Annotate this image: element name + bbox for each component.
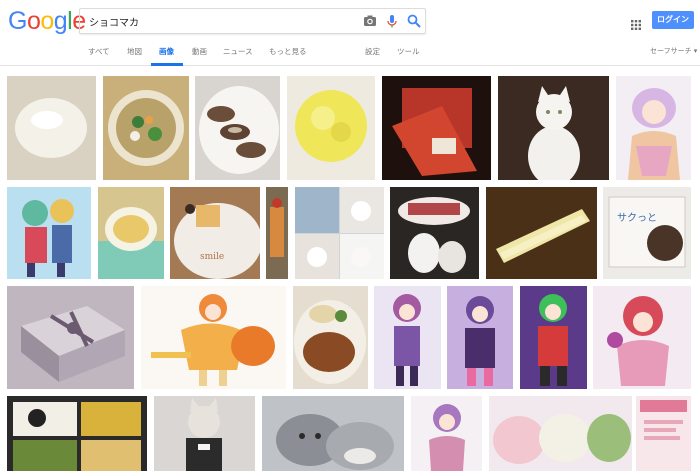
image-result[interactable] xyxy=(374,286,441,389)
image-result[interactable] xyxy=(447,286,513,389)
yellow-bun-image xyxy=(287,76,375,180)
anime-purple-girl-image xyxy=(374,286,441,389)
anime-girl-image xyxy=(616,76,691,180)
svg-text:smile: smile xyxy=(200,252,224,262)
logo-letter: o xyxy=(26,7,41,35)
image-result[interactable] xyxy=(489,396,632,471)
image-result[interactable] xyxy=(7,187,91,279)
search-tabs: すべて 地図 画像 動画 ニュース もっと見る 設定 ツール セーフサーチ ▾ xyxy=(0,40,700,66)
active-tab-indicator xyxy=(151,63,183,66)
image-result[interactable] xyxy=(98,187,164,279)
kittens-image xyxy=(262,396,404,471)
image-result[interactable] xyxy=(390,187,479,279)
anime-pink-girl-image xyxy=(411,396,482,471)
microphone-icon[interactable] xyxy=(384,13,400,29)
svg-text:サクっと: サクっと xyxy=(617,212,657,224)
image-result[interactable] xyxy=(7,76,96,180)
safesearch-dropdown[interactable]: セーフサーチ ▾ xyxy=(650,46,697,56)
anime-red-girl-image xyxy=(593,286,691,389)
google-logo[interactable]: Google xyxy=(8,6,86,36)
mochi-image xyxy=(7,76,96,180)
drink-image xyxy=(266,187,288,279)
anime-cat-girl-image xyxy=(447,286,513,389)
image-result[interactable] xyxy=(382,76,491,180)
tab-maps[interactable]: 地図 xyxy=(127,46,142,57)
curry-plate-image xyxy=(293,286,368,389)
image-result[interactable] xyxy=(411,396,482,471)
tab-images[interactable]: 画像 xyxy=(159,46,174,57)
gift-box-image xyxy=(7,286,134,389)
tab-tools[interactable]: ツール xyxy=(397,46,420,57)
tab-settings[interactable]: 設定 xyxy=(365,46,380,57)
camera-icon[interactable] xyxy=(362,13,378,29)
image-results-grid: smile サクっと xyxy=(0,67,700,471)
red-bag-image xyxy=(382,76,491,180)
dessert-plate-image: smile xyxy=(170,187,260,279)
image-result[interactable] xyxy=(195,76,280,180)
anime-boy-image xyxy=(520,286,587,389)
tab-news[interactable]: ニュース xyxy=(223,46,253,57)
stick-snack-image xyxy=(486,187,597,279)
image-result[interactable] xyxy=(287,76,375,180)
cat-dress-image xyxy=(154,396,255,471)
image-result[interactable] xyxy=(154,396,255,471)
logo-letter: o xyxy=(40,7,54,35)
browser-page: Google ログイン すべて 地図 画像 xyxy=(0,0,700,471)
image-result[interactable] xyxy=(7,396,147,471)
header: Google ログイン すべて 地図 画像 xyxy=(0,0,700,66)
image-result[interactable] xyxy=(7,286,134,389)
cookies-image xyxy=(195,76,280,180)
logo-letter: G xyxy=(8,7,27,35)
image-result[interactable] xyxy=(593,286,691,389)
soup-image xyxy=(103,76,189,180)
image-result[interactable] xyxy=(103,76,189,180)
soup-tray-image xyxy=(98,187,164,279)
image-result[interactable] xyxy=(498,76,609,180)
search-icon[interactable] xyxy=(406,13,422,29)
cats-collage-image xyxy=(295,187,384,279)
image-result[interactable]: smile xyxy=(170,187,260,279)
tab-videos[interactable]: 動画 xyxy=(192,46,207,57)
image-result[interactable] xyxy=(616,76,691,180)
colored-mochi-image xyxy=(489,396,632,471)
cookie-package-image: サクっと xyxy=(603,187,691,279)
login-button[interactable]: ログイン xyxy=(652,11,694,29)
image-result[interactable] xyxy=(293,286,368,389)
pink-poster-image xyxy=(636,396,691,471)
search-box xyxy=(79,8,426,34)
tab-more[interactable]: もっと見る xyxy=(269,46,307,57)
image-result[interactable] xyxy=(295,187,384,279)
tab-all[interactable]: すべて xyxy=(88,46,110,57)
image-result[interactable] xyxy=(636,396,691,471)
image-result[interactable] xyxy=(486,187,597,279)
search-input[interactable] xyxy=(80,9,350,33)
image-result[interactable] xyxy=(266,187,288,279)
cat-treats-image xyxy=(390,187,479,279)
logo-letter: g xyxy=(53,7,68,35)
image-result[interactable] xyxy=(262,396,404,471)
image-result[interactable] xyxy=(141,286,286,389)
anime-couple-image xyxy=(7,187,91,279)
white-cat-image xyxy=(498,76,609,180)
apps-grid-icon[interactable] xyxy=(631,15,641,30)
image-result[interactable] xyxy=(520,286,587,389)
bento-image xyxy=(7,396,147,471)
anime-orange-girl-image xyxy=(141,286,286,389)
image-result[interactable]: サクっと xyxy=(603,187,691,279)
